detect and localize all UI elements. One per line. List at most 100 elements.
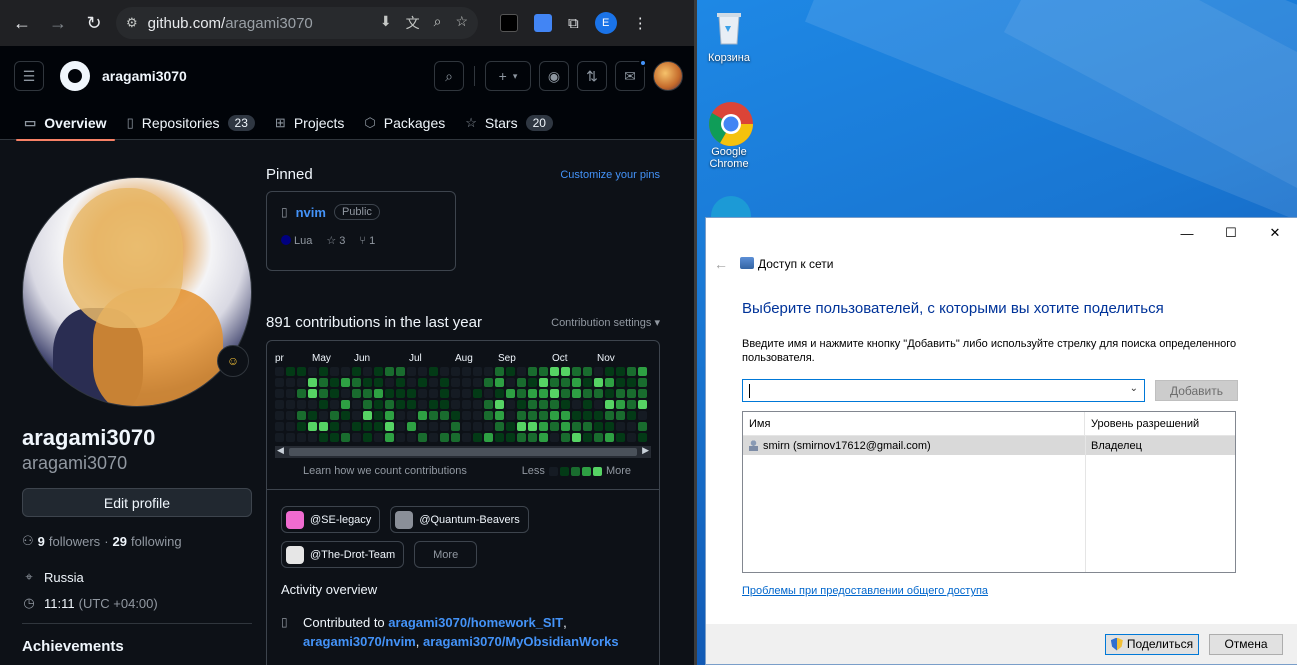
contribution-cell[interactable] <box>638 389 647 398</box>
contribution-cell[interactable] <box>319 389 328 398</box>
contribution-cell[interactable] <box>594 389 603 398</box>
contribution-cell[interactable] <box>341 411 350 420</box>
contribution-cell[interactable] <box>495 400 504 409</box>
learn-contributions-link[interactable]: Learn how we count contributions <box>303 465 467 477</box>
share-button[interactable]: Поделиться <box>1105 633 1199 655</box>
activity-repo-link[interactable]: aragami3070/homework_SIT <box>388 615 563 630</box>
contribution-cell[interactable] <box>539 378 548 387</box>
contribution-cell[interactable] <box>385 400 394 409</box>
contribution-cell[interactable] <box>396 411 405 420</box>
add-user-button[interactable]: Добавить <box>1155 380 1238 401</box>
activity-repo-link[interactable]: aragami3070/MyObsidianWorks <box>423 634 619 649</box>
status-emoji-icon[interactable]: ☺ <box>217 345 249 377</box>
contribution-cell[interactable] <box>330 411 339 420</box>
contribution-cell[interactable] <box>385 367 394 376</box>
contribution-cell[interactable] <box>495 411 504 420</box>
contribution-cell[interactable] <box>495 367 504 376</box>
contribution-cell[interactable] <box>330 378 339 387</box>
contribution-cell[interactable] <box>275 422 284 431</box>
contribution-cell[interactable] <box>363 400 372 409</box>
contribution-cell[interactable] <box>583 400 592 409</box>
contribution-cell[interactable] <box>451 433 460 442</box>
contribution-cell[interactable] <box>506 433 515 442</box>
contribution-cell[interactable] <box>638 422 647 431</box>
contribution-cell[interactable] <box>286 411 295 420</box>
contribution-cell[interactable] <box>495 378 504 387</box>
contribution-cell[interactable] <box>341 422 350 431</box>
followers-count[interactable]: 9 <box>38 534 45 549</box>
contribution-cell[interactable] <box>286 389 295 398</box>
contribution-cell[interactable] <box>495 422 504 431</box>
contribution-cell[interactable] <box>528 378 537 387</box>
contribution-cell[interactable] <box>275 389 284 398</box>
contribution-cell[interactable] <box>594 411 603 420</box>
contribution-cell[interactable] <box>572 422 581 431</box>
contribution-cell[interactable] <box>616 400 625 409</box>
contribution-cell[interactable] <box>528 411 537 420</box>
contribution-cell[interactable] <box>484 367 493 376</box>
contribution-cell[interactable] <box>506 411 515 420</box>
contribution-cell[interactable] <box>396 378 405 387</box>
contribution-cell[interactable] <box>275 367 284 376</box>
tab-repositories[interactable]: ▯ Repositories 23 <box>119 106 263 140</box>
contribution-cell[interactable] <box>517 378 526 387</box>
reload-icon[interactable]: ↻ <box>80 9 108 37</box>
contribution-cell[interactable] <box>605 400 614 409</box>
contribution-cell[interactable] <box>297 433 306 442</box>
contribution-cell[interactable] <box>517 389 526 398</box>
contribution-cell[interactable] <box>594 400 603 409</box>
contribution-cell[interactable] <box>572 433 581 442</box>
tab-packages[interactable]: ⬡ Packages <box>356 106 453 140</box>
contribution-cell[interactable] <box>385 389 394 398</box>
contribution-cell[interactable] <box>638 378 647 387</box>
contribution-cell[interactable] <box>440 400 449 409</box>
contribution-cell[interactable] <box>297 378 306 387</box>
contribution-cell[interactable] <box>297 400 306 409</box>
contribution-cell[interactable] <box>275 411 284 420</box>
scroll-thumb[interactable] <box>289 448 637 456</box>
contribution-cell[interactable] <box>627 422 636 431</box>
org-filter-se-legacy[interactable]: @SE-legacy <box>281 506 381 533</box>
contribution-cell[interactable] <box>550 422 559 431</box>
install-app-icon[interactable]: ⬇ <box>380 13 392 33</box>
following-link[interactable]: following <box>131 534 182 549</box>
contribution-cell[interactable] <box>473 411 482 420</box>
contribution-cell[interactable] <box>561 411 570 420</box>
contribution-cell[interactable] <box>550 389 559 398</box>
contribution-cell[interactable] <box>517 411 526 420</box>
contribution-cell[interactable] <box>440 378 449 387</box>
translate-icon[interactable]: 文 <box>406 13 420 33</box>
contribution-cell[interactable] <box>418 422 427 431</box>
contribution-cell[interactable] <box>627 367 636 376</box>
org-filter-quantum-beavers[interactable]: @Quantum-Beavers <box>390 506 529 533</box>
edit-profile-button[interactable]: Edit profile <box>22 488 252 517</box>
contribution-cell[interactable] <box>385 422 394 431</box>
contribution-cell[interactable] <box>330 422 339 431</box>
github-logo-icon[interactable] <box>60 61 90 91</box>
contribution-cell[interactable] <box>352 378 361 387</box>
contribution-cell[interactable] <box>462 433 471 442</box>
contribution-cell[interactable] <box>396 422 405 431</box>
contribution-cell[interactable] <box>638 433 647 442</box>
contribution-cell[interactable] <box>616 411 625 420</box>
tab-overview[interactable]: ▭ Overview <box>16 106 115 141</box>
contribution-cell[interactable] <box>539 389 548 398</box>
contribution-cell[interactable] <box>451 378 460 387</box>
contribution-cell[interactable] <box>561 378 570 387</box>
contribution-cell[interactable] <box>484 433 493 442</box>
contribution-cell[interactable] <box>440 389 449 398</box>
contribution-cell[interactable] <box>352 411 361 420</box>
repo-stars[interactable]: ☆ 3 <box>326 234 345 247</box>
contribution-cell[interactable] <box>583 433 592 442</box>
hamburger-menu-icon[interactable]: ☰ <box>14 61 44 91</box>
tab-projects[interactable]: ⊞ Projects <box>267 106 352 140</box>
column-header-name[interactable]: Имя <box>743 412 1085 435</box>
contribution-cell[interactable] <box>407 367 416 376</box>
contribution-cell[interactable] <box>484 389 493 398</box>
contribution-cell[interactable] <box>418 411 427 420</box>
profile-avatar-large[interactable] <box>22 177 252 407</box>
contribution-cell[interactable] <box>627 400 636 409</box>
contribution-cell[interactable] <box>572 378 581 387</box>
column-header-level[interactable]: Уровень разрешений <box>1085 412 1235 435</box>
contribution-cell[interactable] <box>308 367 317 376</box>
